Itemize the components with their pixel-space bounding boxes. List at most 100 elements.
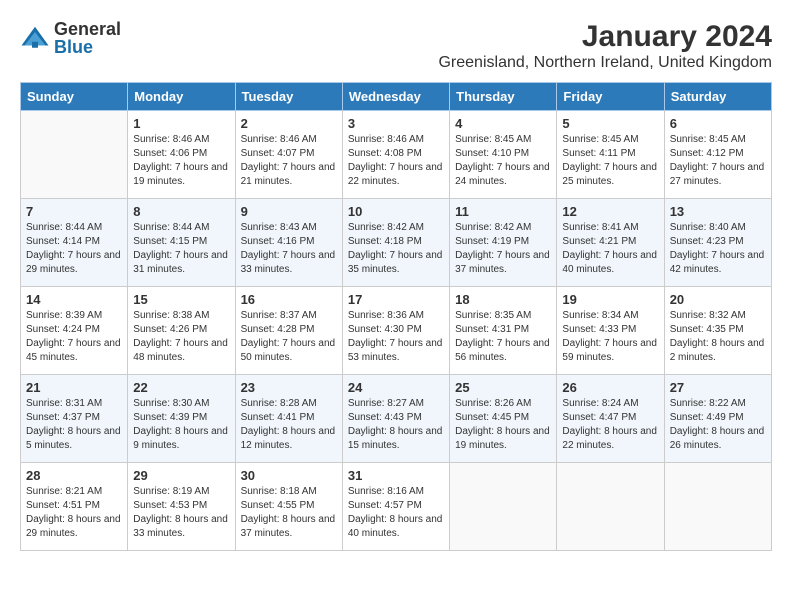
calendar-cell: 10 Sunrise: 8:42 AM Sunset: 4:18 PM Dayli…	[342, 199, 449, 287]
day-info: Sunrise: 8:28 AM Sunset: 4:41 PM Dayligh…	[241, 397, 337, 453]
calendar-cell: 16 Sunrise: 8:37 AM Sunset: 4:28 PM Dayli…	[235, 287, 342, 375]
logo: General Blue	[20, 20, 121, 56]
month-title: January 2024	[438, 20, 772, 54]
calendar-cell: 19 Sunrise: 8:34 AM Sunset: 4:33 PM Dayli…	[557, 287, 664, 375]
calendar-cell: 17 Sunrise: 8:36 AM Sunset: 4:30 PM Dayli…	[342, 287, 449, 375]
day-info: Sunrise: 8:35 AM Sunset: 4:31 PM Dayligh…	[455, 309, 551, 365]
day-info: Sunrise: 8:37 AM Sunset: 4:28 PM Dayligh…	[241, 309, 337, 365]
logo-general: General	[54, 20, 121, 38]
page-header: General Blue January 2024 Greenisland, N…	[20, 20, 772, 72]
calendar-header-row: SundayMondayTuesdayWednesdayThursdayFrid…	[21, 83, 772, 111]
calendar-cell: 2Sunrise: 8:46 AM Sunset: 4:07 PM Daylig…	[235, 111, 342, 199]
header-saturday: Saturday	[664, 83, 771, 111]
day-number: 20	[670, 292, 766, 307]
calendar-cell	[557, 463, 664, 551]
calendar-week-row: 1 Sunrise: 8:46 AM Sunset: 4:06 PM Daylig…	[21, 111, 772, 199]
calendar-cell: 12Sunrise: 8:41 AM Sunset: 4:21 PM Dayli…	[557, 199, 664, 287]
day-number: 18	[455, 292, 551, 307]
day-info: Sunrise: 8:26 AM Sunset: 4:45 PM Dayligh…	[455, 397, 551, 453]
calendar-cell: 4 Sunrise: 8:45 AM Sunset: 4:10 PM Daylig…	[450, 111, 557, 199]
calendar-cell: 18 Sunrise: 8:35 AM Sunset: 4:31 PM Dayli…	[450, 287, 557, 375]
calendar-cell: 22 Sunrise: 8:30 AM Sunset: 4:39 PM Dayli…	[128, 375, 235, 463]
day-number: 1	[133, 116, 229, 131]
location-subtitle: Greenisland, Northern Ireland, United Ki…	[438, 54, 772, 72]
day-number: 7	[26, 204, 122, 219]
calendar-cell: 8 Sunrise: 8:44 AM Sunset: 4:15 PM Daylig…	[128, 199, 235, 287]
day-number: 10	[348, 204, 444, 219]
calendar-cell	[21, 111, 128, 199]
day-info: Sunrise: 8:45 AM Sunset: 4:11 PM Dayligh…	[562, 133, 658, 189]
day-number: 19	[562, 292, 658, 307]
logo-blue: Blue	[54, 38, 121, 56]
day-number: 8	[133, 204, 229, 219]
day-number: 31	[348, 468, 444, 483]
calendar-cell: 7 Sunrise: 8:44 AM Sunset: 4:14 PM Daylig…	[21, 199, 128, 287]
day-info: Sunrise: 8:44 AM Sunset: 4:14 PM Dayligh…	[26, 221, 122, 277]
calendar-cell: 25 Sunrise: 8:26 AM Sunset: 4:45 PM Dayli…	[450, 375, 557, 463]
logo-icon	[20, 23, 50, 53]
day-info: Sunrise: 8:46 AM Sunset: 4:07 PM Dayligh…	[241, 133, 337, 189]
calendar-cell: 5 Sunrise: 8:45 AM Sunset: 4:11 PM Daylig…	[557, 111, 664, 199]
day-number: 11	[455, 204, 551, 219]
day-number: 21	[26, 380, 122, 395]
calendar-cell: 20Sunrise: 8:32 AM Sunset: 4:35 PM Dayli…	[664, 287, 771, 375]
day-info: Sunrise: 8:46 AM Sunset: 4:06 PM Dayligh…	[133, 133, 229, 189]
day-number: 13	[670, 204, 766, 219]
calendar-cell: 3 Sunrise: 8:46 AM Sunset: 4:08 PM Daylig…	[342, 111, 449, 199]
day-number: 9	[241, 204, 337, 219]
day-info: Sunrise: 8:30 AM Sunset: 4:39 PM Dayligh…	[133, 397, 229, 453]
day-number: 5	[562, 116, 658, 131]
header-wednesday: Wednesday	[342, 83, 449, 111]
calendar-cell: 28 Sunrise: 8:21 AM Sunset: 4:51 PM Dayli…	[21, 463, 128, 551]
calendar-cell: 31Sunrise: 8:16 AM Sunset: 4:57 PM Dayli…	[342, 463, 449, 551]
day-number: 4	[455, 116, 551, 131]
calendar-week-row: 21Sunrise: 8:31 AM Sunset: 4:37 PM Dayli…	[21, 375, 772, 463]
day-info: Sunrise: 8:42 AM Sunset: 4:19 PM Dayligh…	[455, 221, 551, 277]
day-number: 26	[562, 380, 658, 395]
day-number: 12	[562, 204, 658, 219]
calendar-cell: 13Sunrise: 8:40 AM Sunset: 4:23 PM Dayli…	[664, 199, 771, 287]
header-tuesday: Tuesday	[235, 83, 342, 111]
calendar-cell	[664, 463, 771, 551]
calendar-cell: 14 Sunrise: 8:39 AM Sunset: 4:24 PM Dayli…	[21, 287, 128, 375]
day-number: 22	[133, 380, 229, 395]
day-info: Sunrise: 8:34 AM Sunset: 4:33 PM Dayligh…	[562, 309, 658, 365]
header-thursday: Thursday	[450, 83, 557, 111]
calendar-cell: 11 Sunrise: 8:42 AM Sunset: 4:19 PM Dayli…	[450, 199, 557, 287]
calendar-cell: 6Sunrise: 8:45 AM Sunset: 4:12 PM Daylig…	[664, 111, 771, 199]
day-info: Sunrise: 8:44 AM Sunset: 4:15 PM Dayligh…	[133, 221, 229, 277]
day-info: Sunrise: 8:43 AM Sunset: 4:16 PM Dayligh…	[241, 221, 337, 277]
calendar-cell: 1 Sunrise: 8:46 AM Sunset: 4:06 PM Daylig…	[128, 111, 235, 199]
calendar-cell: 9 Sunrise: 8:43 AM Sunset: 4:16 PM Daylig…	[235, 199, 342, 287]
day-number: 14	[26, 292, 122, 307]
calendar-table: SundayMondayTuesdayWednesdayThursdayFrid…	[20, 82, 772, 551]
calendar-cell: 27Sunrise: 8:22 AM Sunset: 4:49 PM Dayli…	[664, 375, 771, 463]
day-info: Sunrise: 8:39 AM Sunset: 4:24 PM Dayligh…	[26, 309, 122, 365]
day-number: 25	[455, 380, 551, 395]
day-info: Sunrise: 8:45 AM Sunset: 4:12 PM Dayligh…	[670, 133, 766, 189]
day-number: 15	[133, 292, 229, 307]
day-number: 23	[241, 380, 337, 395]
day-number: 16	[241, 292, 337, 307]
calendar-cell: 30Sunrise: 8:18 AM Sunset: 4:55 PM Dayli…	[235, 463, 342, 551]
calendar-week-row: 14 Sunrise: 8:39 AM Sunset: 4:24 PM Dayli…	[21, 287, 772, 375]
day-info: Sunrise: 8:36 AM Sunset: 4:30 PM Dayligh…	[348, 309, 444, 365]
calendar-cell: 29Sunrise: 8:19 AM Sunset: 4:53 PM Dayli…	[128, 463, 235, 551]
header-monday: Monday	[128, 83, 235, 111]
day-info: Sunrise: 8:22 AM Sunset: 4:49 PM Dayligh…	[670, 397, 766, 453]
title-block: January 2024 Greenisland, Northern Irela…	[438, 20, 772, 72]
day-info: Sunrise: 8:21 AM Sunset: 4:51 PM Dayligh…	[26, 485, 122, 541]
day-info: Sunrise: 8:42 AM Sunset: 4:18 PM Dayligh…	[348, 221, 444, 277]
day-number: 3	[348, 116, 444, 131]
day-number: 28	[26, 468, 122, 483]
header-friday: Friday	[557, 83, 664, 111]
header-sunday: Sunday	[21, 83, 128, 111]
calendar-cell: 23 Sunrise: 8:28 AM Sunset: 4:41 PM Dayli…	[235, 375, 342, 463]
day-info: Sunrise: 8:19 AM Sunset: 4:53 PM Dayligh…	[133, 485, 229, 541]
day-number: 17	[348, 292, 444, 307]
day-info: Sunrise: 8:24 AM Sunset: 4:47 PM Dayligh…	[562, 397, 658, 453]
day-info: Sunrise: 8:45 AM Sunset: 4:10 PM Dayligh…	[455, 133, 551, 189]
calendar-cell: 21Sunrise: 8:31 AM Sunset: 4:37 PM Dayli…	[21, 375, 128, 463]
calendar-cell: 26 Sunrise: 8:24 AM Sunset: 4:47 PM Dayli…	[557, 375, 664, 463]
day-info: Sunrise: 8:46 AM Sunset: 4:08 PM Dayligh…	[348, 133, 444, 189]
